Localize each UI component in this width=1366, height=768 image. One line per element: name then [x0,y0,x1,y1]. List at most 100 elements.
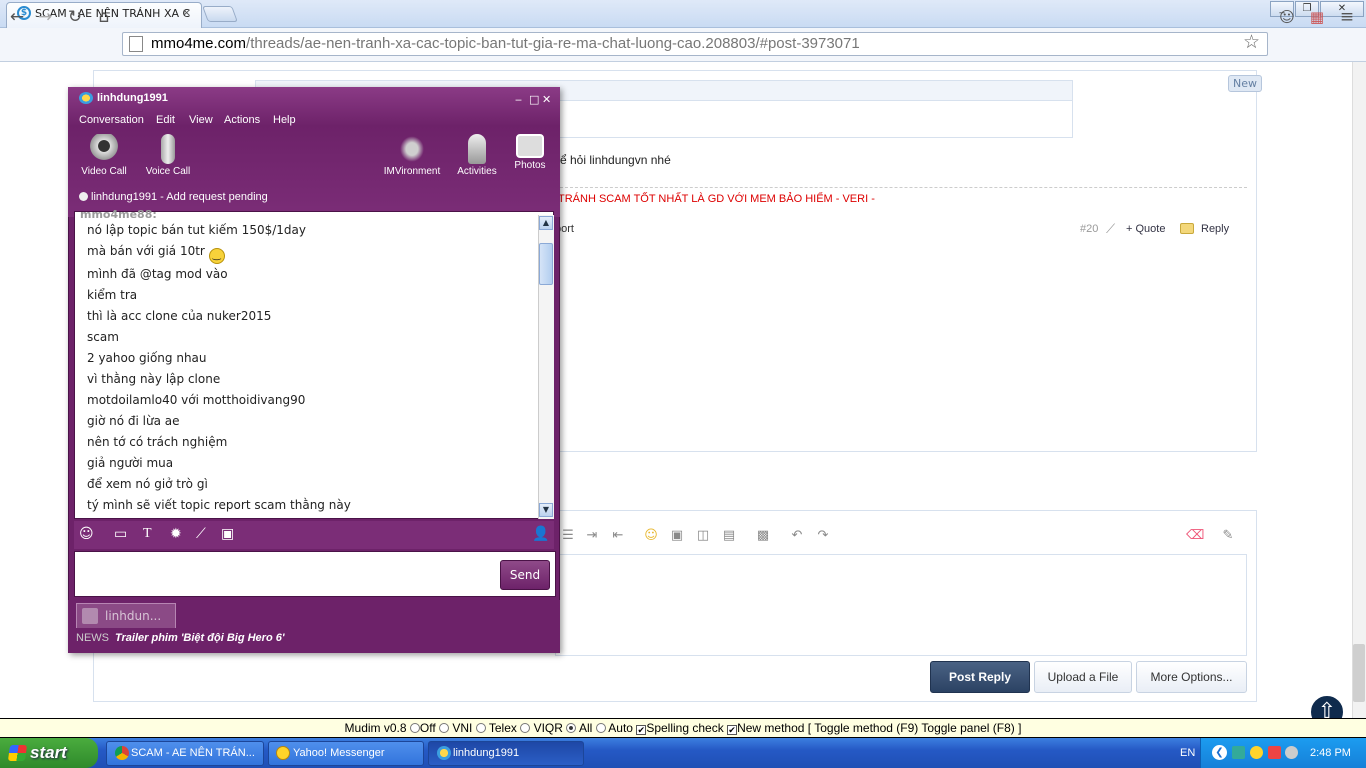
attach-icon[interactable]: ⟋ [196,526,206,542]
tray-yahoo-icon[interactable] [1250,746,1263,759]
signature-text: TRÁNH SCAM TỐT NHẤT LÀ GD VỚI MEM BẢO HI… [558,193,875,205]
redo-icon[interactable]: ↷ [814,527,832,545]
spelling-label: Spelling check [646,721,724,735]
contact-avatar-icon[interactable]: 👤 [532,526,549,542]
photos-label: Photos [514,160,546,171]
clock[interactable]: 2:48 PM [1310,738,1351,768]
taskbar-item-chrome[interactable]: SCAM - AE NÊN TRÁN... [106,741,264,766]
radio-viqr[interactable] [520,723,531,733]
tray-volume-icon[interactable] [1285,746,1298,759]
taskbar-item-conversation[interactable]: linhdung1991 [428,741,584,766]
opt-auto-label: Auto [608,721,633,735]
extension-calendar-icon[interactable]: ▦ [1306,6,1328,28]
reload-icon[interactable]: ↻ [64,6,86,28]
imvironment-icon [398,134,426,164]
post-reply-button[interactable]: Post Reply [930,661,1030,693]
imvironment-button[interactable]: IMVironment [382,134,442,177]
new-tab-button[interactable] [202,6,238,22]
menu-view[interactable]: View [189,114,213,126]
status-dot-icon [79,192,88,201]
reply-link[interactable]: Reply [1201,223,1229,235]
tab-avatar-icon [82,608,98,624]
undo-icon[interactable]: ↶ [788,527,806,545]
menu-help[interactable]: Help [273,114,296,126]
tab-close-icon[interactable]: × [182,6,191,19]
forward-arrow-icon[interactable]: → [34,6,56,28]
messenger-title: linhdung1991 [97,92,168,104]
menu-icon[interactable]: ≡ [1336,6,1358,28]
scroll-down-icon[interactable]: ▼ [539,503,553,517]
page-scrollbar[interactable] [1352,62,1366,718]
send-button[interactable]: Send [500,560,550,590]
activities-button[interactable]: Activities [453,134,501,177]
webcam-icon [90,134,118,164]
news-label: NEWS [76,632,109,644]
smiley-emoticon-icon: ‿ [208,248,225,264]
home-icon[interactable]: ⌂ [93,6,115,28]
save-icon[interactable]: ▩ [754,527,772,545]
page-icon [129,36,143,52]
address-bar[interactable]: mmo4me.com/threads/ae-nen-tranh-xa-cac-t… [122,32,1268,56]
back-arrow-icon[interactable]: ← [6,6,28,28]
video-call-label: Video Call [81,166,127,177]
spelling-checkbox[interactable]: ✔ [636,725,647,735]
scroll-up-icon[interactable]: ▲ [539,216,553,230]
eraser-icon[interactable]: ⌫ [1186,527,1204,545]
image-icon[interactable]: ▣ [668,527,686,545]
emoticon-icon[interactable]: ☺ [79,526,94,542]
radio-all[interactable] [566,723,577,733]
reply-textarea[interactable] [555,554,1247,656]
photos-button[interactable]: Photos [506,134,554,171]
bookmark-star-icon[interactable]: ☆ [1243,31,1260,53]
messenger-maximize-icon[interactable]: □ [529,94,539,106]
post-number[interactable]: #20 [1080,223,1098,235]
news-ticker[interactable]: NEWS Trailer phim 'Biệt đội Big Hero 6' [76,632,284,644]
message-input[interactable] [74,551,556,597]
upload-file-button[interactable]: Upload a File [1034,661,1132,693]
new-method-checkbox[interactable]: ✔ [727,725,738,735]
voice-call-button[interactable]: Voice Call [144,134,192,177]
indent-icon[interactable]: ⇥ [583,527,601,545]
activities-label: Activities [457,166,497,177]
page-scroll-thumb[interactable] [1353,644,1365,702]
code-icon[interactable]: ▤ [720,527,738,545]
tray-arrow-icon[interactable]: ❮ [1212,745,1227,760]
radio-vni[interactable] [439,723,450,733]
url-host: mmo4me.com [151,35,247,52]
chat-message: motdoilamlo40 với motthoidivang90 [87,393,306,407]
messenger-close-icon[interactable]: ✕ [542,94,551,106]
smilie-icon[interactable]: ☺ [642,527,660,545]
opt-off-label: Off [419,721,436,735]
share-photo-icon[interactable]: ▣ [221,526,234,542]
list-icon[interactable]: ☰ [559,527,577,545]
video-call-button[interactable]: Video Call [80,134,128,177]
tray-security-icon[interactable] [1268,746,1281,759]
menu-edit[interactable]: Edit [156,114,175,126]
messenger-title-icon [79,92,93,104]
radio-auto[interactable] [595,723,606,733]
media-icon[interactable]: ◫ [694,527,712,545]
language-indicator[interactable]: EN [1180,738,1195,768]
opt-telex-label: Telex [488,721,517,735]
news-headline[interactable]: Trailer phim 'Biệt đội Big Hero 6' [115,632,284,644]
menu-actions[interactable]: Actions [224,114,260,126]
quote-link[interactable]: + Quote [1126,223,1165,235]
chat-scroll-thumb[interactable] [539,243,553,285]
status-text: - Add request pending [160,191,268,203]
mudim-toggles[interactable]: [ Toggle method (F9) Toggle panel (F8) ] [808,721,1022,735]
taskbar-item-yahoo[interactable]: Yahoo! Messenger [268,741,424,766]
buzz-icon[interactable]: ▭ [114,526,127,542]
radio-off[interactable] [409,723,420,733]
mudim-label: Mudim v0.8 [344,721,407,735]
menu-conversation[interactable]: Conversation [79,114,144,126]
messenger-minimize-icon[interactable]: ‒ [515,94,522,106]
more-options-button[interactable]: More Options... [1136,661,1247,693]
radio-telex[interactable] [475,723,486,733]
chat-message: 2 yahoo giống nhau [87,351,207,365]
audibles-icon[interactable]: ✹ [170,526,182,542]
toggle-editor-icon[interactable]: ✎ [1219,527,1237,545]
text-format-icon[interactable]: T [143,526,152,542]
extension-icon[interactable]: ☺ [1276,6,1298,28]
outdent-icon[interactable]: ⇤ [609,527,627,545]
tray-app-icon[interactable] [1232,746,1245,759]
